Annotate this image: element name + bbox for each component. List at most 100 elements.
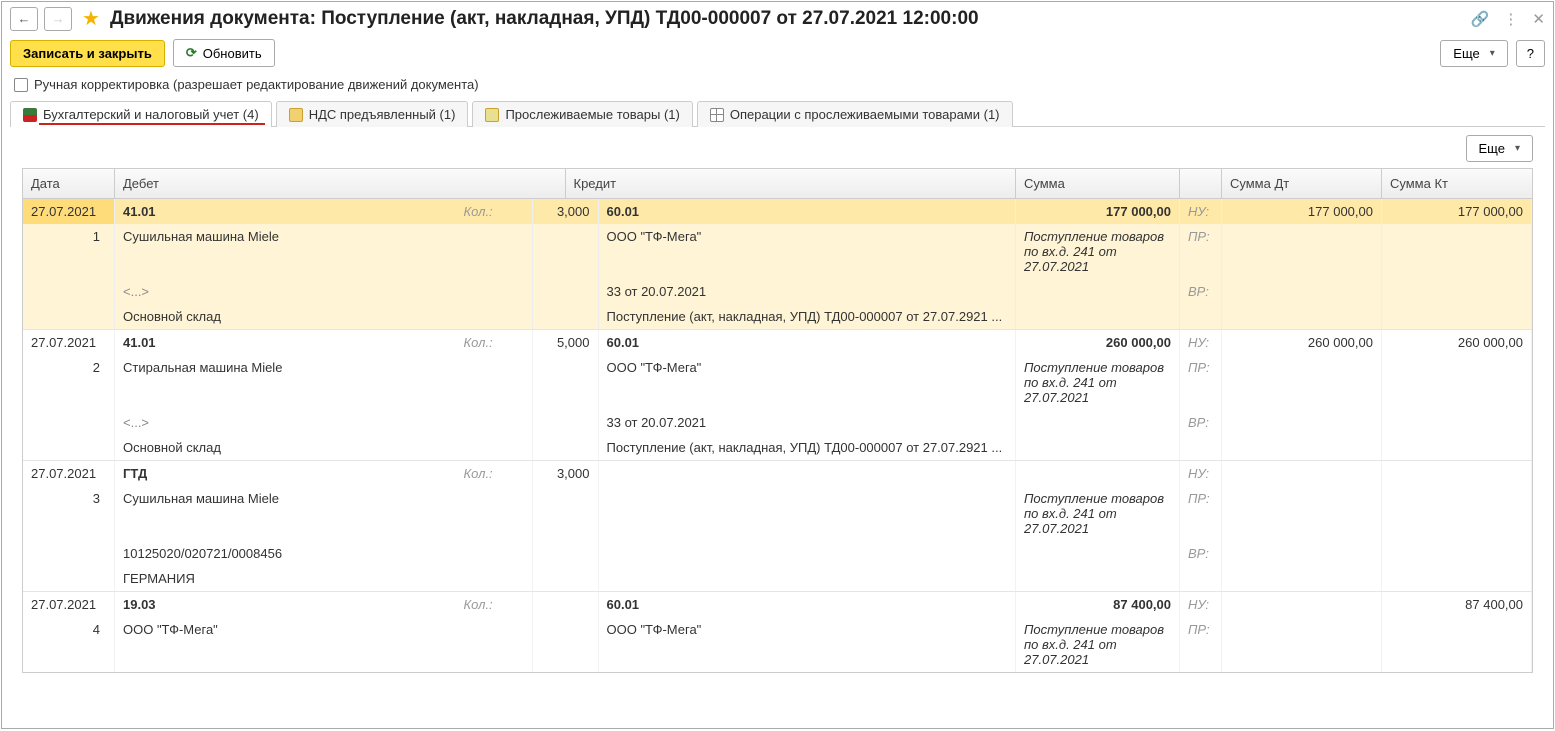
cell-credit-line: ООО "ТФ-Мега" [599, 224, 1017, 279]
tab-traceable-goods[interactable]: Прослеживаемые товары (1) [472, 101, 692, 127]
doc-icon [289, 108, 303, 122]
cell-debit-line: 10125020/020721/0008456 [115, 541, 533, 566]
tabs-bar: Бухгалтерский и налоговый учет (4) НДС п… [10, 100, 1545, 127]
cell-nu-tag: НУ: [1180, 461, 1222, 486]
doc-icon [485, 108, 499, 122]
cell-date: 27.07.2021 [23, 330, 115, 355]
tab-vat[interactable]: НДС предъявленный (1) [276, 101, 469, 127]
table-row[interactable]: 27.07.2021ГТДКол.:3,000 НУ: 3Сушильная маш… [23, 461, 1532, 592]
cell-debit-line: ГЕРМАНИЯ [115, 566, 533, 591]
more-button[interactable]: Еще [1440, 40, 1507, 67]
manual-edit-label: Ручная корректировка (разрешает редактир… [34, 77, 479, 92]
refresh-icon: ⟳ [186, 45, 197, 61]
col-credit[interactable]: Кредит [566, 169, 1017, 198]
cell-debit-acc: 41.01Кол.: [115, 199, 533, 224]
cell-credit-line: Поступление (акт, накладная, УПД) ТД00-0… [599, 304, 1017, 329]
main-toolbar: Записать и закрыть ⟳Обновить Еще ? [2, 35, 1553, 77]
manual-edit-row: Ручная корректировка (разрешает редактир… [2, 77, 1553, 100]
cell-credit-line [599, 541, 1017, 566]
cell-credit-acc: 60.01 [599, 592, 1017, 617]
cell-sum: 177 000,00 [1016, 199, 1180, 224]
cell-sum-note: Поступление товаров по вх.д. 241 от 27.0… [1016, 617, 1180, 672]
cell-credit-line: ООО "ТФ-Мега" [599, 617, 1017, 672]
table-row[interactable]: 27.07.202119.03Кол.:60.0187 400,00НУ:87 … [23, 592, 1532, 673]
cell-credit-acc: 60.01 [599, 330, 1017, 355]
cell-index: 1 [23, 224, 115, 279]
cell-sum [1016, 461, 1180, 486]
cell-nu-tag: НУ: [1180, 592, 1222, 617]
tab-traceable-ops[interactable]: Операции с прослеживаемыми товарами (1) [697, 101, 1013, 127]
cell-sum-note: Поступление товаров по вх.д. 241 от 27.0… [1016, 224, 1180, 279]
grid-toolbar: Еще [2, 127, 1553, 168]
cell-sumdt: 177 000,00 [1222, 199, 1382, 224]
cell-sumdt [1222, 592, 1382, 617]
col-debit[interactable]: Дебет [115, 169, 566, 198]
cell-qty: 3,000 [533, 199, 599, 224]
cell-nu-tag: НУ: [1180, 330, 1222, 355]
refresh-button[interactable]: ⟳Обновить [173, 39, 275, 67]
tab-label: Прослеживаемые товары (1) [505, 107, 679, 122]
manual-edit-checkbox[interactable] [14, 78, 28, 92]
grid-more-button[interactable]: Еще [1466, 135, 1533, 162]
cell-credit-line: ООО "ТФ-Мега" [599, 355, 1017, 410]
cell-debit-acc: 19.03Кол.: [115, 592, 533, 617]
table-icon [710, 108, 724, 122]
cell-pr-tag: ПР: [1180, 617, 1222, 672]
cell-sum: 260 000,00 [1016, 330, 1180, 355]
cell-pr-tag: ПР: [1180, 486, 1222, 541]
cell-date: 27.07.2021 [23, 592, 115, 617]
table-row[interactable]: 27.07.202141.01Кол.:3,00060.01177 000,00… [23, 199, 1532, 330]
cell-debit-line: Основной склад [115, 435, 533, 460]
col-sumkt[interactable]: Сумма Кт [1382, 169, 1532, 198]
cell-credit-line: 33 от 20.07.2021 [599, 672, 1017, 673]
cell-credit-line [599, 566, 1017, 591]
accounting-icon [23, 108, 37, 122]
tab-label: НДС предъявленный (1) [309, 107, 456, 122]
cell-debit-line: ООО "ТФ-Мега" [115, 617, 533, 672]
cell-index: 2 [23, 355, 115, 410]
cell-vr-tag: ВР: [1180, 279, 1222, 304]
cell-debit-line: Стиральная машина Miele [115, 355, 533, 410]
cell-debit-acc: ГТДКол.: [115, 461, 533, 486]
cell-credit-line: 33 от 20.07.2021 [599, 410, 1017, 435]
link-icon[interactable]: 🔗 [1471, 10, 1490, 28]
cell-credit-line: Поступление (акт, накладная, УПД) ТД00-0… [599, 435, 1017, 460]
cell-credit-line: 33 от 20.07.2021 [599, 279, 1017, 304]
cell-index: 3 [23, 486, 115, 541]
cell-debit-line: Сушильная машина Miele [115, 224, 533, 279]
cell-pr-tag: ПР: [1180, 355, 1222, 410]
cell-vr-tag: ВР: [1180, 541, 1222, 566]
cell-debit-line: <...> [115, 410, 533, 435]
save-close-button[interactable]: Записать и закрыть [10, 40, 165, 67]
cell-qty: 5,000 [533, 330, 599, 355]
cell-debit-line: <...> [115, 279, 533, 304]
col-sumdt[interactable]: Сумма Дт [1222, 169, 1382, 198]
tab-accounting[interactable]: Бухгалтерский и налоговый учет (4) [10, 101, 272, 127]
cell-sum: 87 400,00 [1016, 592, 1180, 617]
cell-credit-acc [599, 461, 1017, 486]
nav-back-button[interactable]: ← [10, 7, 38, 31]
col-sum[interactable]: Сумма [1016, 169, 1180, 198]
cell-date: 27.07.2021 [23, 461, 115, 486]
cell-debit-line: Сушильная машина Miele [115, 486, 533, 541]
table-row[interactable]: 27.07.202141.01Кол.:5,00060.01260 000,00… [23, 330, 1532, 461]
col-blank [1180, 169, 1222, 198]
cell-sumkt: 260 000,00 [1382, 330, 1532, 355]
help-button[interactable]: ? [1516, 40, 1545, 67]
page-title: Движения документа: Поступление (акт, на… [110, 8, 1465, 30]
cell-nu-tag: НУ: [1180, 199, 1222, 224]
nav-forward-button[interactable]: → [44, 7, 72, 31]
cell-qty: 3,000 [533, 461, 599, 486]
cell-vr-tag: ВР: [1180, 672, 1222, 673]
titlebar: ← → ★ Движения документа: Поступление (а… [2, 2, 1553, 35]
cell-sumkt [1382, 461, 1532, 486]
cell-qty [533, 592, 599, 617]
col-date[interactable]: Дата [23, 169, 115, 198]
kebab-menu-icon[interactable]: ⋮ [1503, 10, 1518, 28]
cell-pr-tag: ПР: [1180, 224, 1222, 279]
cell-credit-acc: 60.01 [599, 199, 1017, 224]
tab-label: Бухгалтерский и налоговый учет (4) [43, 107, 259, 122]
cell-debit-acc: 41.01Кол.: [115, 330, 533, 355]
favorite-star-icon[interactable]: ★ [82, 6, 100, 31]
close-icon[interactable]: ✕ [1532, 10, 1545, 28]
